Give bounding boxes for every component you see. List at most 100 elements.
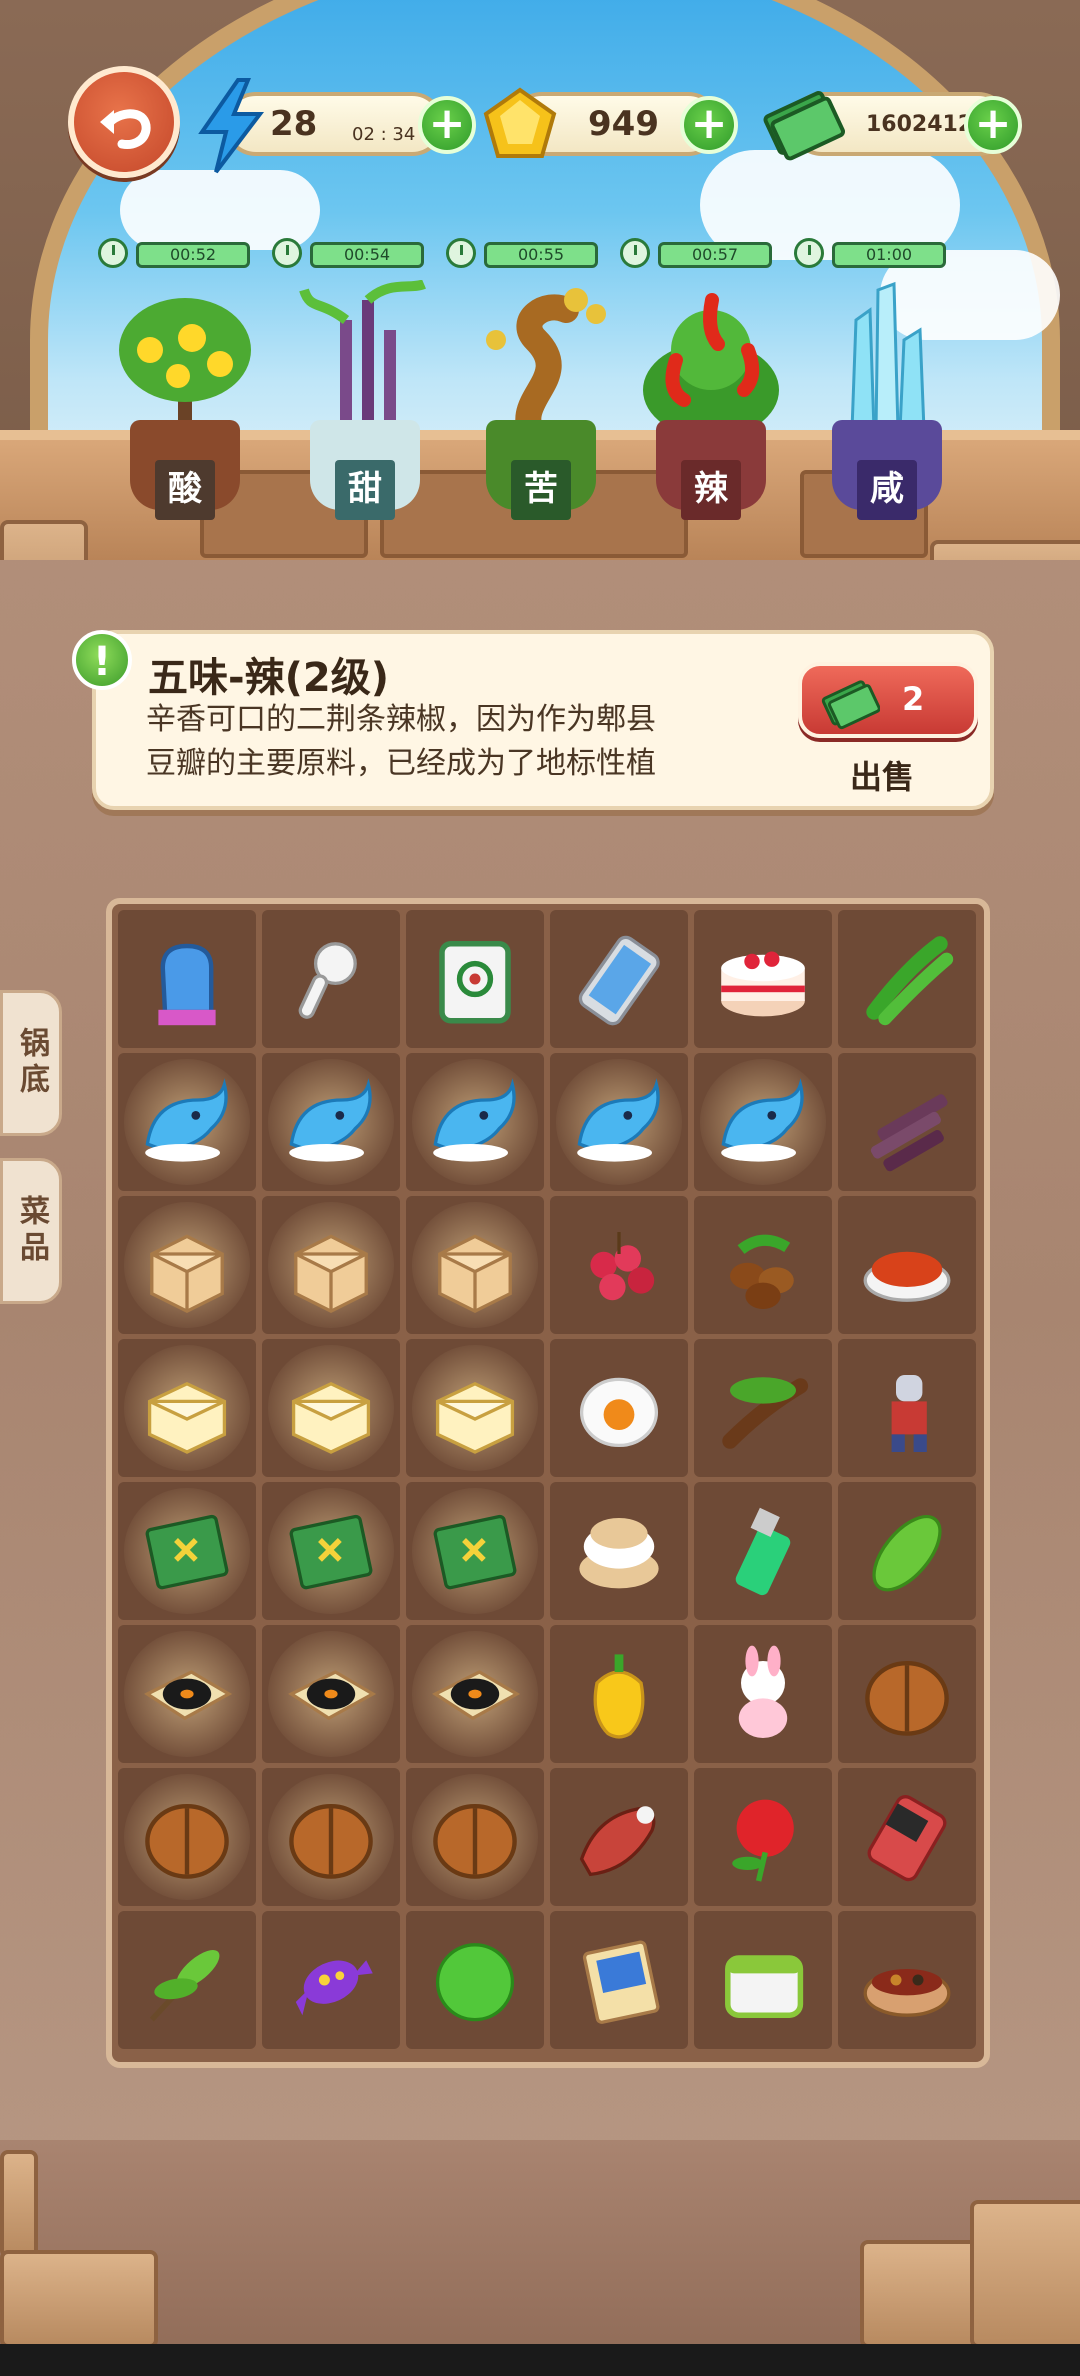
smartphone-icon (578, 935, 660, 1026)
sell-button[interactable]: 2 (798, 662, 978, 738)
board-cell[interactable] (550, 910, 688, 1048)
board-cell[interactable] (262, 910, 400, 1048)
back-button[interactable] (68, 66, 180, 178)
board-cell[interactable] (406, 1196, 544, 1334)
board-cell[interactable] (838, 1196, 976, 1334)
board-cell[interactable] (838, 1911, 976, 2049)
recipe-book-icon (145, 1514, 229, 1590)
plant-bitter[interactable]: 苦 (466, 280, 616, 520)
game-console-icon (867, 1795, 947, 1882)
taste-label: 咸 (857, 460, 917, 520)
board-cell[interactable] (262, 1196, 400, 1334)
add-gems-button[interactable]: + (680, 96, 738, 154)
board-cell[interactable] (118, 1625, 256, 1763)
board-cell[interactable] (262, 1625, 400, 1763)
board-cell[interactable] (118, 1768, 256, 1906)
earbud-icon (298, 942, 357, 1019)
board-cell[interactable] (118, 1053, 256, 1191)
board-cell[interactable] (838, 1625, 976, 1763)
plant-spicy[interactable]: 辣 (636, 280, 786, 520)
board-cell[interactable] (550, 1053, 688, 1191)
board-cell[interactable] (838, 1482, 976, 1620)
plant-sour[interactable]: 酸 (110, 280, 260, 520)
board-cell[interactable] (406, 1625, 544, 1763)
board-cell[interactable] (694, 1053, 832, 1191)
rose-icon (732, 1799, 794, 1882)
taste-label: 辣 (681, 460, 741, 520)
board-cell[interactable] (406, 1053, 544, 1191)
butter-box-icon (291, 1381, 371, 1454)
bitter-melon-icon (872, 1514, 942, 1592)
add-cash-button[interactable]: + (964, 96, 1022, 154)
board-cell[interactable] (838, 1053, 976, 1191)
dolphin-icon (289, 1078, 372, 1162)
tamarind-icon (722, 1377, 809, 1449)
taste-label: 酸 (155, 460, 215, 520)
board-cell[interactable] (262, 1482, 400, 1620)
board-cell[interactable] (550, 1339, 688, 1477)
board-cell[interactable] (406, 1768, 544, 1906)
sugarcane-icon (870, 1094, 948, 1172)
board-cell[interactable] (406, 1911, 544, 2049)
sell-label: 出售 (850, 758, 915, 796)
board-cell[interactable] (262, 1768, 400, 1906)
item-description: 辛香可口的二荆条辣椒，因为作为郫县 豆瓣的主要原料，已经成为了地标性植 (146, 702, 656, 781)
board-cell[interactable] (118, 910, 256, 1048)
board-cell[interactable] (694, 1911, 832, 2049)
tab-dishes[interactable]: 菜品 (0, 1158, 62, 1304)
board-cell[interactable] (694, 1482, 832, 1620)
board-cell[interactable] (694, 1196, 832, 1334)
board-cell[interactable] (262, 1911, 400, 2049)
lunch-box-icon (725, 1955, 804, 2018)
record-icon (288, 1670, 377, 1721)
board-cell[interactable] (694, 1339, 832, 1477)
board-cell[interactable] (118, 1339, 256, 1477)
record-icon (144, 1670, 233, 1721)
energy-timer: 02 : 34 (352, 124, 416, 145)
add-energy-button[interactable]: + (418, 96, 476, 154)
butter-box-icon (147, 1381, 227, 1454)
board-cell[interactable] (406, 1339, 544, 1477)
board-cell[interactable] (550, 1196, 688, 1334)
board-cell[interactable] (118, 1911, 256, 2049)
recipe-book-icon (289, 1514, 373, 1590)
gem-icon (483, 87, 557, 158)
board-cell[interactable] (550, 1482, 688, 1620)
robot-figure-icon (891, 1375, 927, 1452)
clock-icon (98, 238, 128, 268)
board-cell[interactable] (694, 910, 832, 1048)
ham-icon (579, 1806, 656, 1877)
board-cell[interactable] (550, 1625, 688, 1763)
gem-count: 949 (588, 104, 659, 144)
board-cell[interactable] (838, 1768, 976, 1906)
clock-icon (446, 238, 476, 268)
tab-soup-base[interactable]: 锅底 (0, 990, 62, 1136)
board-cell[interactable] (838, 910, 976, 1048)
board-cell[interactable] (694, 1768, 832, 1906)
salted-egg-icon (579, 1377, 659, 1448)
board-cell[interactable] (838, 1339, 976, 1477)
taste-label: 甜 (335, 460, 395, 520)
lightning-icon (198, 78, 265, 174)
taste-label: 苦 (511, 460, 571, 520)
wooden-box-icon (150, 1234, 224, 1314)
board-cell[interactable] (694, 1625, 832, 1763)
dolphin-icon (577, 1078, 660, 1162)
board-cell[interactable] (262, 1053, 400, 1191)
board-cell[interactable] (406, 1482, 544, 1620)
board-cell[interactable] (118, 1482, 256, 1620)
energy-count: 28 (270, 104, 318, 144)
board-cell[interactable] (550, 1911, 688, 2049)
walnut-icon (865, 1661, 949, 1736)
board-cell[interactable] (118, 1196, 256, 1334)
plant-salty[interactable]: 咸 (812, 280, 962, 520)
candy-icon (295, 1960, 373, 2016)
wooden-box-icon (294, 1234, 368, 1314)
board-cell[interactable] (550, 1768, 688, 1906)
board-cell[interactable] (262, 1339, 400, 1477)
board-cell[interactable] (406, 910, 544, 1048)
plant-sweet[interactable]: 甜 (290, 279, 440, 520)
walnut-icon (289, 1804, 373, 1879)
green-chili-icon (866, 936, 954, 1026)
dolphin-icon (145, 1078, 228, 1162)
